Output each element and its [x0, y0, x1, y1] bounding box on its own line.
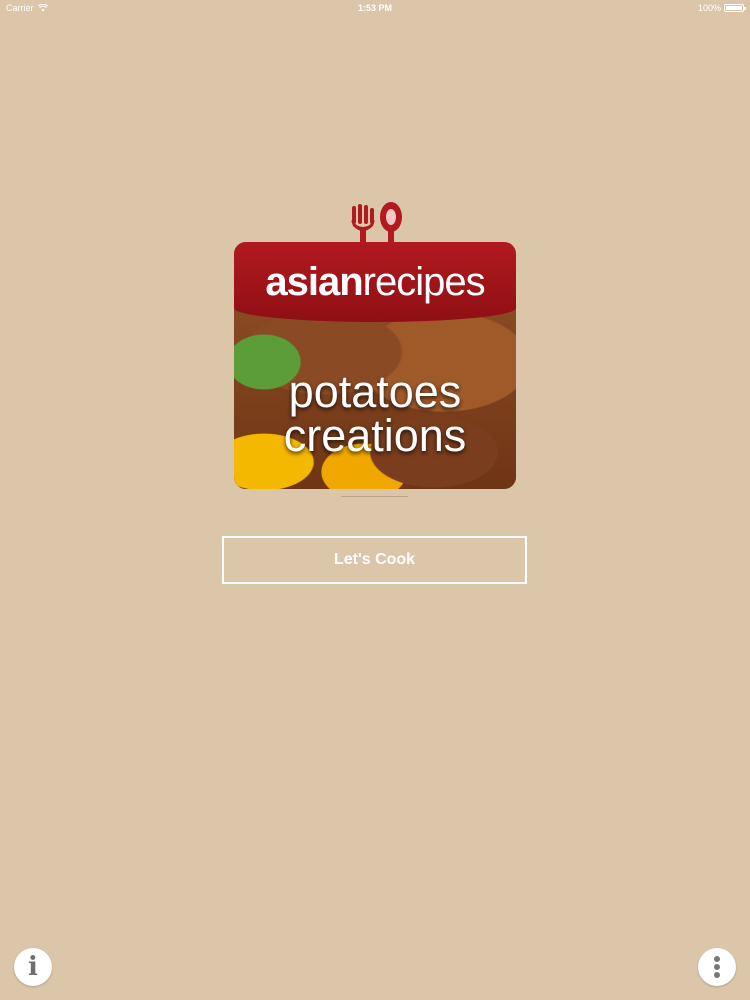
status-right: 100%: [697, 0, 746, 16]
brand-name: asianrecipes: [234, 260, 516, 305]
info-button[interactable]: i: [14, 948, 52, 986]
app-title-line1: potatoes: [288, 366, 462, 417]
brand-name-recipes: recipes: [362, 260, 486, 304]
info-icon: i: [28, 952, 38, 982]
brand-name-asian: asian: [265, 260, 363, 304]
app-logo: asianrecipes potatoes creations: [234, 200, 516, 490]
more-options-button[interactable]: [698, 948, 736, 986]
logo-card: asianrecipes potatoes creations: [234, 242, 516, 489]
logo-divider: [341, 496, 408, 497]
battery-percent: 100%: [697, 3, 721, 13]
lets-cook-button[interactable]: Let's Cook: [222, 536, 527, 584]
battery-icon: [724, 4, 746, 12]
app-title-line2: creations: [283, 410, 467, 461]
status-time: 1:53 PM: [357, 3, 392, 13]
brand-banner: asianrecipes: [234, 242, 516, 322]
app-title: potatoes creations: [234, 366, 516, 461]
status-bar: Carrier 1:53 PM 100%: [0, 0, 750, 16]
